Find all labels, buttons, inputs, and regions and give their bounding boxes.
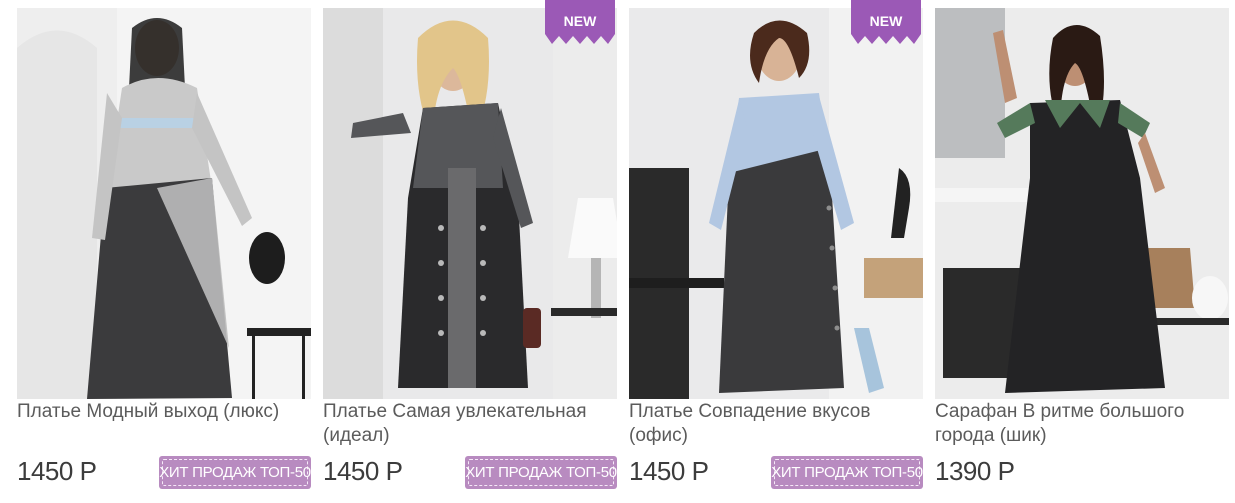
product-card[interactable]: NEW Платье Самая увлекательная (идеал) 1… xyxy=(323,0,617,503)
bestseller-badge-label: ХИТ ПРОДАЖ ТОП-50 xyxy=(159,464,311,481)
product-photo[interactable] xyxy=(323,8,617,399)
new-starburst-icon: NEW xyxy=(545,0,615,44)
product-title[interactable]: Платье Самая увлекательная (идеал) xyxy=(323,400,613,448)
product-price: 1450 Р xyxy=(323,456,403,486)
product-price: 1390 Р xyxy=(935,456,1015,486)
product-title[interactable]: Платье Модный выход (люкс) xyxy=(17,400,307,424)
product-card[interactable]: Сарафан В ритме большого города (шик) 13… xyxy=(935,0,1229,503)
bestseller-badge[interactable]: ХИТ ПРОДАЖ ТОП-50 xyxy=(465,456,617,489)
bestseller-badge-label: ХИТ ПРОДАЖ ТОП-50 xyxy=(465,464,617,481)
product-price: 1450 Р xyxy=(17,456,97,486)
product-title[interactable]: Платье Совпадение вкусов (офис) xyxy=(629,400,919,448)
product-price: 1450 Р xyxy=(629,456,709,486)
product-grid: Платье Модный выход (люкс) 1450 Р ХИТ ПР… xyxy=(0,0,1235,503)
product-photo[interactable] xyxy=(17,8,311,399)
product-photo[interactable] xyxy=(629,8,923,399)
bestseller-badge[interactable]: ХИТ ПРОДАЖ ТОП-50 xyxy=(771,456,923,489)
product-card[interactable]: Платье Модный выход (люкс) 1450 Р ХИТ ПР… xyxy=(17,0,311,503)
product-title[interactable]: Сарафан В ритме большого города (шик) xyxy=(935,400,1225,448)
bestseller-badge[interactable]: ХИТ ПРОДАЖ ТОП-50 xyxy=(159,456,311,489)
new-starburst-icon: NEW xyxy=(851,0,921,44)
bestseller-badge-label: ХИТ ПРОДАЖ ТОП-50 xyxy=(771,464,923,481)
product-card[interactable]: NEW Платье Совпадение вкусов (офис) 1450… xyxy=(629,0,923,503)
new-badge-label: NEW xyxy=(870,13,903,29)
product-photo[interactable] xyxy=(935,8,1229,399)
new-badge-label: NEW xyxy=(564,13,597,29)
